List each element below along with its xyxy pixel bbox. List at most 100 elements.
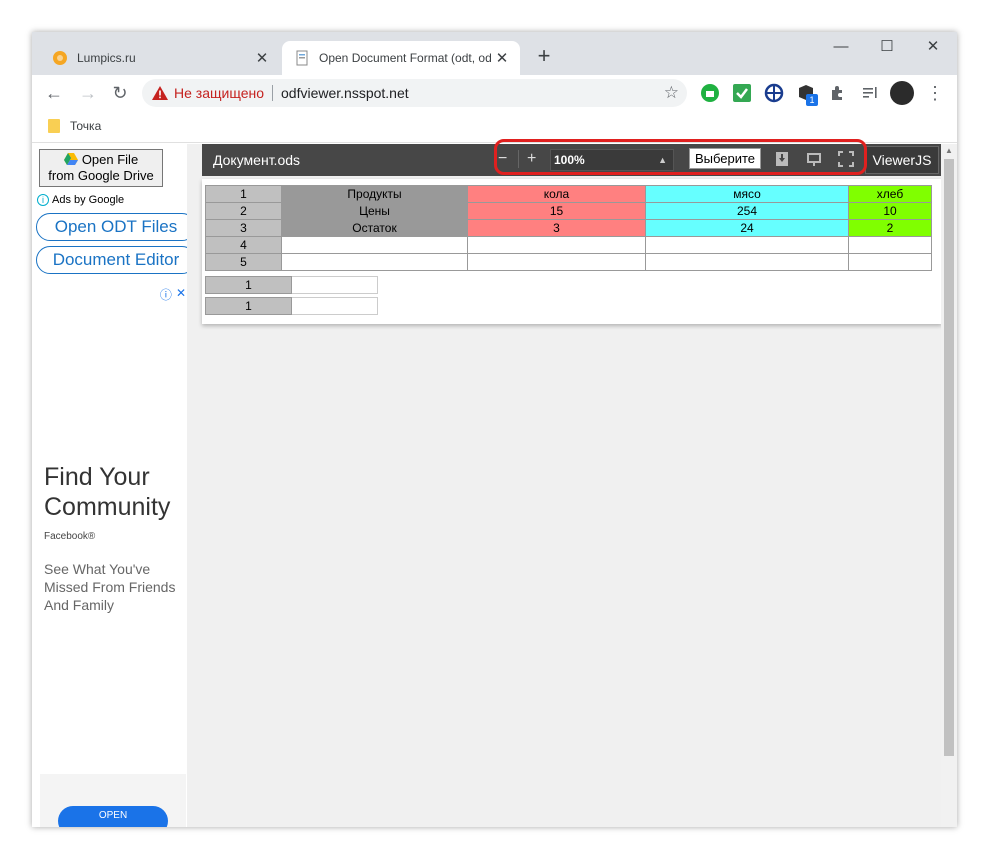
address-bar[interactable]: Не защищено odfviewer.nsspot.net ☆	[142, 79, 687, 107]
table-cell[interactable]: 3	[467, 219, 646, 237]
table-cell[interactable]	[291, 297, 378, 315]
bookmark-label: Точка	[70, 119, 102, 133]
tab-odf-viewer[interactable]: Open Document Format (odt, od ✕	[282, 41, 520, 75]
profile-avatar[interactable]	[890, 81, 914, 105]
ad-description: See What You've Missed From Friends And …	[44, 561, 176, 613]
browser-window: Lumpics.ru ✕ Open Document Format (odt, …	[32, 32, 957, 827]
lumpics-favicon-icon	[53, 51, 67, 65]
table-row: 4	[205, 236, 932, 254]
table-row: 5	[205, 253, 932, 271]
row-number: 1	[205, 297, 292, 315]
google-drive-button[interactable]: Open File from Google Drive	[39, 149, 163, 187]
row-number: 1	[205, 276, 292, 294]
maximize-button[interactable]: ☐	[864, 36, 910, 60]
table-cell[interactable]: мясо	[645, 185, 849, 203]
green-extension-icon[interactable]	[700, 83, 720, 103]
puzzle-extensions-icon[interactable]	[828, 83, 848, 103]
table-cell[interactable]: 2	[848, 219, 932, 237]
minimize-button[interactable]: —	[818, 36, 864, 60]
bookmark-folder[interactable]: Точка	[48, 119, 101, 133]
document-favicon-icon	[296, 50, 308, 66]
document-viewer: Документ.ods − + 100% ▲ Выберите ViewerJ…	[187, 139, 957, 827]
ad-headline: Find Your Community	[44, 463, 171, 521]
reload-icon[interactable]: ↻	[108, 81, 132, 105]
tab-lumpics[interactable]: Lumpics.ru ✕	[40, 41, 280, 75]
sidebar: Open File from Google Drive i Ads by Goo…	[32, 144, 196, 827]
tab-title: Open Document Format (odt, od	[319, 51, 492, 65]
divider	[272, 85, 273, 101]
table-cell[interactable]: хлеб	[848, 185, 932, 203]
scroll-up-icon[interactable]: ▲	[945, 146, 953, 155]
media-queue-icon[interactable]	[860, 83, 880, 103]
advertisement[interactable]: ⓘ ✕ Find Your Community Facebook® See Wh…	[40, 286, 186, 827]
vertical-scrollbar[interactable]: ▲	[941, 144, 957, 827]
row-number: 2	[205, 202, 282, 220]
browser-toolbar: ← → ↻ Не защищено odfviewer.nsspot.net ☆…	[32, 75, 957, 111]
viewerjs-brand-button[interactable]: ViewerJS	[865, 146, 939, 174]
close-tab-icon[interactable]: ✕	[494, 49, 510, 67]
row-number: 5	[205, 253, 282, 271]
close-window-button[interactable]: ✕	[910, 36, 956, 60]
table-cell[interactable]: Остаток	[281, 219, 468, 237]
table-cell[interactable]: кола	[467, 185, 646, 203]
table-cell[interactable]	[848, 253, 932, 271]
folder-icon	[48, 119, 60, 133]
row-number: 3	[205, 219, 282, 237]
gdrive-line1: Open File	[81, 152, 139, 167]
ad-close-icon[interactable]: ✕	[176, 286, 186, 303]
ads-by-google[interactable]: i Ads by Google	[37, 194, 124, 206]
table-cell[interactable]	[645, 253, 849, 271]
table-cell[interactable]: 24	[645, 219, 849, 237]
table-row: 1	[205, 297, 378, 315]
table-cell[interactable]	[467, 236, 646, 254]
google-drive-icon	[63, 153, 78, 165]
table-row: 3 Остаток 3 24 2	[205, 219, 932, 237]
vpn-globe-icon[interactable]	[764, 83, 784, 103]
menu-kebab-icon[interactable]: ⋮	[926, 81, 944, 105]
table-cell[interactable]	[467, 253, 646, 271]
open-odt-files-button[interactable]: Open ODT Files	[36, 213, 196, 241]
forward-arrow-icon[interactable]: →	[76, 81, 100, 105]
gdrive-line2: from Google Drive	[48, 168, 154, 183]
not-secure-label[interactable]: Не защищено	[174, 85, 264, 101]
table-cell[interactable]: Продукты	[281, 185, 468, 203]
table-cell[interactable]: 254	[645, 202, 849, 220]
warning-icon	[152, 86, 168, 100]
info-icon: i	[37, 194, 49, 206]
mini-table: 1	[205, 297, 378, 315]
row-number: 1	[205, 185, 282, 203]
table-cell[interactable]: 10	[848, 202, 932, 220]
row-number: 4	[205, 236, 282, 254]
table-row: 2 Цены 15 254 10	[205, 202, 932, 220]
ads-by-label: Ads by Google	[52, 194, 125, 206]
table-cell[interactable]: Цены	[281, 202, 468, 220]
extension-badge: 1	[806, 94, 818, 106]
url-text[interactable]: odfviewer.nsspot.net	[281, 85, 409, 101]
ad-source: Facebook®	[44, 531, 96, 542]
mini-table: 1	[205, 276, 378, 294]
spreadsheet-table: 1 Продукты кола мясо хлеб 2 Цены 15 254 10 3 Остато…	[205, 185, 932, 271]
scrollbar-thumb[interactable]	[944, 159, 954, 756]
tab-strip: Lumpics.ru ✕ Open Document Format (odt, …	[32, 32, 957, 75]
back-arrow-icon[interactable]: ←	[42, 81, 66, 105]
table-cell[interactable]	[281, 236, 468, 254]
highlight-annotation	[494, 139, 867, 175]
table-cell[interactable]: 15	[467, 202, 646, 220]
table-row: 1 Продукты кола мясо хлеб	[205, 185, 932, 203]
ad-controls: ⓘ ✕	[160, 286, 186, 303]
tab-title: Lumpics.ru	[77, 51, 136, 65]
document-editor-button[interactable]: Document Editor	[36, 246, 196, 274]
table-cell[interactable]	[281, 253, 468, 271]
ad-open-button[interactable]: OPEN	[58, 806, 168, 827]
document-title: Документ.ods	[213, 152, 301, 168]
checkmark-extension-icon[interactable]	[732, 83, 752, 103]
close-tab-icon[interactable]: ✕	[254, 49, 270, 67]
table-cell[interactable]	[291, 276, 378, 294]
ad-info-icon[interactable]: ⓘ	[160, 286, 172, 303]
page-content: Open File from Google Drive i Ads by Goo…	[32, 139, 957, 827]
new-tab-button[interactable]: +	[532, 45, 556, 69]
table-row: 1	[205, 276, 378, 294]
table-cell[interactable]	[848, 236, 932, 254]
table-cell[interactable]	[645, 236, 849, 254]
bookmark-star-icon[interactable]: ☆	[664, 83, 679, 103]
